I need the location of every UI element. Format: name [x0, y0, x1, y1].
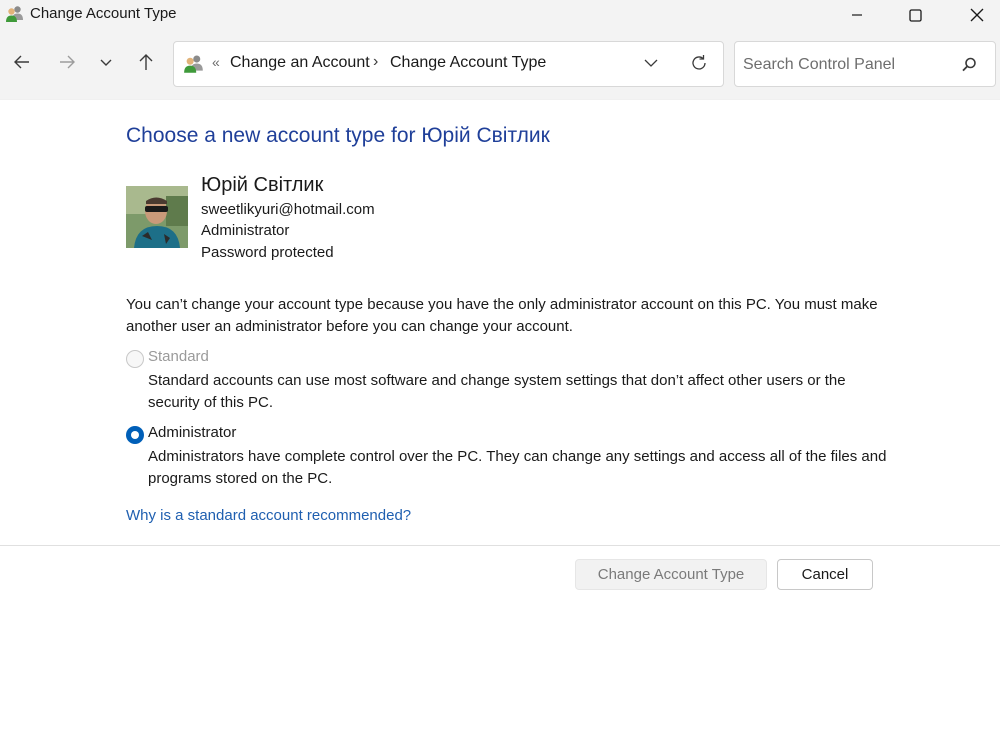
address-bar[interactable]: « Change an Account › Change Account Typ… — [173, 41, 724, 87]
address-dropdown-button[interactable] — [638, 52, 664, 78]
breadcrumb-change-account-type[interactable]: Change Account Type — [390, 54, 546, 72]
back-arrow-icon — [13, 53, 31, 76]
forward-button[interactable] — [51, 48, 83, 80]
breadcrumb-overflow[interactable]: « — [212, 54, 220, 70]
breadcrumb-change-an-account[interactable]: Change an Account — [230, 54, 370, 72]
refresh-button[interactable] — [686, 52, 712, 78]
cancel-button[interactable]: Cancel — [777, 559, 873, 590]
change-account-type-button[interactable]: Change Account Type — [575, 559, 767, 590]
users-icon — [5, 4, 25, 24]
user-role: Administrator — [201, 222, 290, 239]
administrator-description: Administrators have complete control ove… — [148, 448, 887, 487]
search-box[interactable] — [734, 41, 996, 87]
recent-locations-button[interactable] — [90, 48, 122, 80]
standard-radio[interactable] — [126, 350, 144, 368]
user-email: sweetlikyuri@hotmail.com — [201, 201, 375, 218]
window-title: Change Account Type — [30, 5, 177, 22]
administrator-radio[interactable] — [126, 426, 144, 444]
footer-divider — [0, 545, 1000, 546]
recent-locations-chevron-icon — [99, 55, 113, 74]
page-heading: Choose a new account type for Юрій Світл… — [126, 124, 550, 147]
user-password-status: Password protected — [201, 244, 334, 261]
search-input[interactable] — [743, 54, 953, 76]
up-button[interactable] — [130, 48, 162, 80]
breadcrumb-separator[interactable]: › — [373, 53, 378, 71]
up-arrow-icon — [137, 53, 155, 76]
navigation-bar: « Change an Account › Change Account Typ… — [0, 30, 1000, 100]
user-avatar — [126, 186, 188, 248]
account-type-notice: You can’t change your account type becau… — [126, 296, 878, 335]
users-icon — [183, 53, 205, 75]
close-icon — [970, 8, 984, 22]
refresh-icon — [690, 54, 708, 77]
administrator-radio-label: Administrator — [148, 424, 237, 441]
maximize-icon — [908, 8, 922, 22]
back-button[interactable] — [6, 48, 38, 80]
title-bar: Change Account Type — [0, 0, 1000, 30]
minimize-icon — [851, 9, 863, 21]
search-icon[interactable] — [959, 55, 979, 75]
close-button[interactable] — [954, 0, 1000, 30]
user-name: Юрій Світлик — [201, 174, 324, 196]
minimize-button[interactable] — [834, 0, 880, 30]
chevron-down-icon — [643, 55, 659, 76]
forward-arrow-icon — [58, 53, 76, 76]
standard-description: Standard accounts can use most software … — [148, 372, 846, 411]
standard-account-help-link[interactable]: Why is a standard account recommended? — [126, 507, 411, 524]
standard-radio-label: Standard — [148, 348, 209, 365]
maximize-button[interactable] — [892, 0, 938, 30]
